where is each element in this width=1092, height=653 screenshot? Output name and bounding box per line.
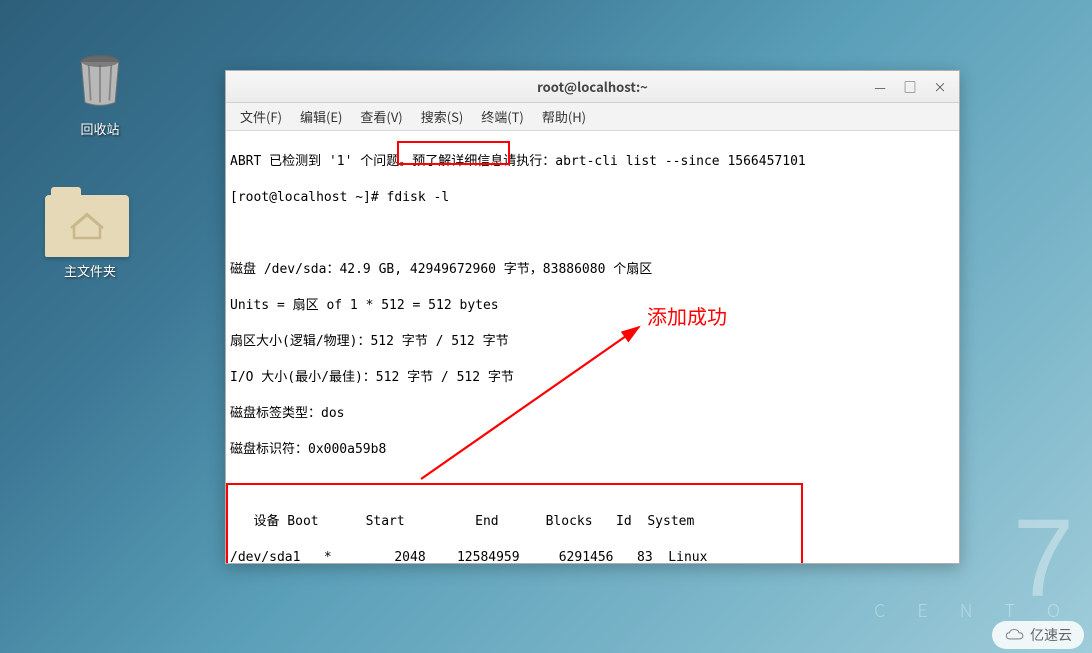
watermark: 亿速云 [992,621,1084,649]
menu-terminal[interactable]: 终端(T) [473,104,532,129]
terminal-line: 磁盘标签类型：dos [230,405,955,423]
terminal-line: /dev/sda1 * 2048 12584959 6291456 83 Lin… [230,549,955,563]
terminal-line: Units = 扇区 of 1 * 512 = 512 bytes [230,297,955,315]
menu-view[interactable]: 查看(V) [352,104,410,129]
terminal-line: [root@localhost ~]# fdisk -l [230,189,955,207]
annotation-arrow-icon [401,299,661,489]
house-icon [70,212,104,240]
centos-version: 7 [874,515,1074,603]
terminal-body[interactable]: ABRT 已检测到 '1' 个问题。预了解详细信息请执行：abrt-cli li… [226,131,959,563]
close-button[interactable]: × [925,75,955,99]
terminal-window: root@localhost:~ — □ × 文件(F) 编辑(E) 查看(V)… [225,70,960,564]
terminal-line [230,477,955,495]
terminal-line: 扇区大小(逻辑/物理)：512 字节 / 512 字节 [230,333,955,351]
window-title: root@localhost:~ [537,77,648,96]
trash-icon[interactable]: 回收站 [55,50,145,138]
terminal-line: 磁盘标识符：0x000a59b8 [230,441,955,459]
prompt: [root@localhost ~]# [230,190,387,205]
minimize-button[interactable]: — [865,75,895,99]
centos-name: C E N T O [874,597,1074,623]
terminal-line: I/O 大小(最小/最佳)：512 字节 / 512 字节 [230,369,955,387]
terminal-line: ABRT 已检测到 '1' 个问题。预了解详细信息请执行：abrt-cli li… [230,153,955,171]
menubar: 文件(F) 编辑(E) 查看(V) 搜索(S) 终端(T) 帮助(H) [226,103,959,131]
home-folder-icon[interactable]: 主文件夹 [45,195,135,280]
home-label: 主文件夹 [45,261,135,280]
folder-icon [45,195,129,257]
trash-bin-icon [70,50,130,110]
window-titlebar[interactable]: root@localhost:~ — □ × [226,71,959,103]
menu-help[interactable]: 帮助(H) [534,104,594,129]
trash-label: 回收站 [55,119,145,138]
menu-edit[interactable]: 编辑(E) [292,104,350,129]
centos-branding: 7 C E N T O [874,515,1074,623]
maximize-button[interactable]: □ [895,75,925,99]
terminal-line [230,225,955,243]
command-text: fdisk -l [387,190,450,205]
menu-file[interactable]: 文件(F) [232,104,290,129]
terminal-line: 磁盘 /dev/sda：42.9 GB, 42949672960 字节，8388… [230,261,955,279]
watermark-text: 亿速云 [1030,625,1072,645]
terminal-line: 设备 Boot Start End Blocks Id System [230,513,955,531]
menu-search[interactable]: 搜索(S) [413,104,472,129]
cloud-icon [1004,627,1026,643]
